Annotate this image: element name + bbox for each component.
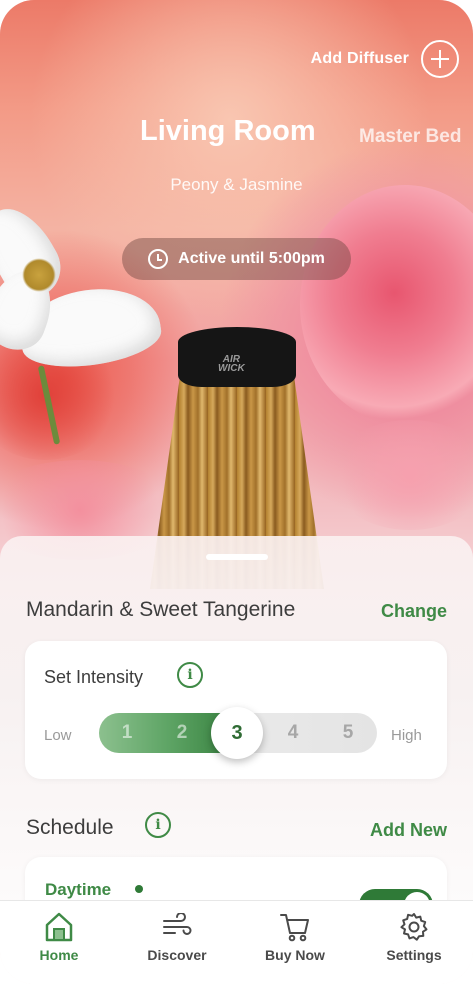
nav-label-discover: Discover bbox=[147, 947, 207, 963]
room-title[interactable]: Living Room bbox=[140, 115, 316, 148]
add-diffuser-label: Add Diffuser bbox=[310, 50, 409, 67]
info-icon[interactable]: i bbox=[145, 812, 171, 838]
nav-item-home[interactable]: Home bbox=[4, 909, 114, 963]
change-fragrance-button[interactable]: Change bbox=[381, 601, 447, 622]
gear-icon bbox=[359, 909, 469, 945]
intensity-level-2[interactable]: 2 bbox=[170, 722, 194, 744]
intensity-title: Set Intensity bbox=[44, 667, 144, 687]
intensity-slider[interactable]: 1 2 4 5 3 bbox=[99, 707, 377, 759]
sheet-drag-handle[interactable] bbox=[206, 554, 268, 560]
brand-logo: AIR WICK bbox=[218, 354, 245, 374]
bottom-nav: Home Discover Buy Now Settings bbox=[0, 900, 473, 984]
intensity-slider-knob[interactable]: 3 bbox=[211, 707, 263, 759]
fragrance-name: Mandarin & Sweet Tangerine bbox=[26, 598, 296, 621]
clock-icon bbox=[148, 249, 169, 269]
intensity-high-label: High bbox=[391, 727, 422, 744]
nav-label-home: Home bbox=[39, 947, 79, 963]
intensity-level-5[interactable]: 5 bbox=[336, 722, 360, 744]
plus-icon bbox=[421, 40, 459, 78]
add-schedule-button[interactable]: Add New bbox=[370, 820, 447, 841]
cart-icon bbox=[240, 909, 350, 945]
intensity-level-1[interactable]: 1 bbox=[115, 722, 139, 744]
peony-petal-shape bbox=[330, 420, 473, 530]
wind-icon bbox=[122, 909, 232, 945]
active-status-text: Active until 5:00pm bbox=[178, 250, 325, 267]
nav-item-buy-now[interactable]: Buy Now bbox=[240, 909, 350, 963]
nav-label-buy-now: Buy Now bbox=[265, 947, 325, 963]
intensity-low-label: Low bbox=[44, 727, 72, 744]
next-room-title[interactable]: Master Bed bbox=[359, 126, 461, 148]
active-status-badge: Active until 5:00pm bbox=[122, 238, 351, 280]
info-icon[interactable]: i bbox=[177, 662, 203, 688]
nav-item-settings[interactable]: Settings bbox=[359, 909, 469, 963]
nav-label-settings: Settings bbox=[386, 947, 442, 963]
home-icon bbox=[4, 909, 114, 945]
scent-name: Peony & Jasmine bbox=[170, 175, 303, 194]
intensity-level-4[interactable]: 4 bbox=[281, 722, 305, 744]
diffuser-cap: AIR WICK bbox=[178, 327, 296, 387]
peony-flower-image bbox=[300, 185, 473, 425]
app-screen: Add Diffuser Living Room Master Bed Peon… bbox=[0, 0, 473, 984]
status-dot bbox=[135, 885, 143, 893]
nav-item-discover[interactable]: Discover bbox=[122, 909, 232, 963]
jasmine-stamen-image bbox=[22, 258, 56, 292]
schedule-title: Schedule bbox=[26, 816, 114, 839]
schedule-item-name: Daytime bbox=[45, 880, 112, 899]
add-diffuser-button[interactable]: Add Diffuser bbox=[311, 40, 459, 78]
intensity-card: Set Intensity i Low 1 2 4 5 3 High bbox=[25, 641, 447, 779]
